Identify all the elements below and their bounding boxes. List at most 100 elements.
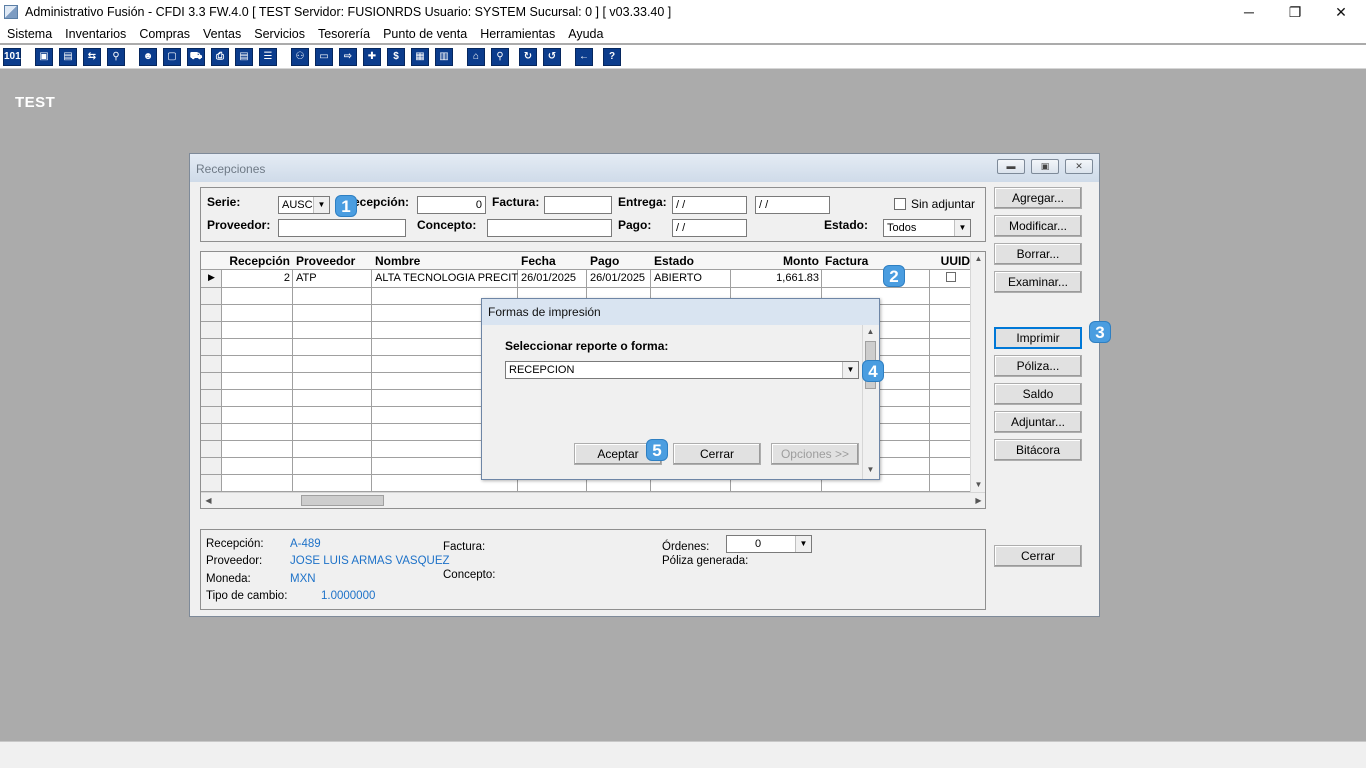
sin-adjuntar-checkbox[interactable] (894, 198, 906, 210)
report-select[interactable]: RECEPCION ▼ (505, 361, 859, 379)
close-window-button[interactable]: ✕ (1318, 0, 1364, 24)
scroll-up-icon[interactable]: ▲ (863, 327, 878, 336)
uuid-checkbox[interactable] (946, 272, 956, 282)
modificar-button[interactable]: Modificar... (994, 215, 1082, 237)
menu-herramientas[interactable]: Herramientas (473, 27, 561, 41)
user-icon[interactable]: ☻ (139, 48, 157, 66)
scroll-thumb[interactable] (301, 495, 384, 506)
proveedor-input[interactable] (278, 219, 406, 237)
chevron-down-icon[interactable]: ▼ (842, 362, 858, 378)
col-header-estado[interactable]: Estado (651, 252, 731, 270)
table-row[interactable]: ALTA TECNOLOGIA PRECITC (372, 270, 518, 287)
pago-input[interactable]: / / (672, 219, 747, 237)
menu-inventarios[interactable]: Inventarios (58, 27, 132, 41)
grid-horizontal-scrollbar[interactable]: ◀ ▶ (201, 492, 985, 508)
info-factura-label: Factura: (443, 541, 486, 553)
book-icon[interactable]: ▦ (411, 48, 429, 66)
col-header-proveedor[interactable]: Proveedor (293, 252, 372, 270)
adjuntar-button[interactable]: Adjuntar... (994, 411, 1082, 433)
menu-punto-de-venta[interactable]: Punto de venta (376, 27, 473, 41)
table-row[interactable]: 1,661.83 (731, 270, 822, 287)
undo-icon[interactable]: ↺ (543, 48, 561, 66)
col-header-factura[interactable]: Factura (822, 252, 930, 270)
mdi-close-icon[interactable]: ✕ (1065, 159, 1093, 174)
zoom-icon[interactable]: ⚲ (491, 48, 509, 66)
table-row[interactable]: 26/01/2025 (518, 270, 587, 287)
back-icon[interactable]: ← (575, 48, 593, 66)
clipboard-icon[interactable]: ▤ (59, 48, 77, 66)
minimize-button[interactable]: ─ (1226, 0, 1272, 24)
help-icon[interactable]: ? (603, 48, 621, 66)
col-header-monto[interactable]: Monto (731, 252, 822, 270)
table-row[interactable]: ABIERTO (651, 270, 731, 287)
scroll-down-icon[interactable]: ▼ (971, 480, 985, 489)
poliza-button[interactable]: Póliza... (994, 355, 1082, 377)
col-header-recepcion[interactable]: Recepción (222, 252, 293, 270)
printer-icon[interactable]: ⎙ (211, 48, 229, 66)
export-icon[interactable]: ⇨ (339, 48, 357, 66)
document-icon[interactable]: ▤ (235, 48, 253, 66)
menu-compras[interactable]: Compras (132, 27, 196, 41)
recepcion-input[interactable]: 0 (417, 196, 486, 214)
imprimir-button[interactable]: Imprimir (994, 327, 1082, 349)
table-row[interactable]: 2 (222, 270, 293, 287)
cerrar-recepciones-button[interactable]: Cerrar (994, 545, 1082, 567)
menu-ayuda[interactable]: Ayuda (561, 27, 609, 41)
cerrar-dialog-button[interactable]: Cerrar (673, 443, 761, 465)
menu-servicios[interactable]: Servicios (247, 27, 311, 41)
money-icon[interactable]: $ (387, 48, 405, 66)
entrega-from-input[interactable]: / / (672, 196, 747, 214)
search-doc-icon[interactable]: ⚲ (107, 48, 125, 66)
calculator-icon[interactable]: 101 (3, 48, 21, 66)
table-row[interactable] (822, 270, 930, 287)
saldo-button[interactable]: Saldo (994, 383, 1082, 405)
agregar-button[interactable]: Agregar... (994, 187, 1082, 209)
menu-tesoreria[interactable]: Tesorería (311, 27, 376, 41)
factura-input[interactable] (544, 196, 612, 214)
bitacora-button[interactable]: Bitácora (994, 439, 1082, 461)
col-header-nombre[interactable]: Nombre (372, 252, 518, 270)
opciones-button[interactable]: Opciones >> (771, 443, 859, 465)
table-row[interactable]: 26/01/2025 (587, 270, 651, 287)
formas-impresion-dialog: Formas de impresión Seleccionar reporte … (481, 298, 880, 480)
menu-ventas[interactable]: Ventas (196, 27, 247, 41)
estado-select[interactable]: Todos ▼ (883, 219, 971, 237)
col-header-pago[interactable]: Pago (587, 252, 651, 270)
col-header-fecha[interactable]: Fecha (518, 252, 587, 270)
chevron-down-icon[interactable]: ▼ (795, 536, 811, 552)
folder-icon[interactable]: ▢ (163, 48, 181, 66)
refresh-icon[interactable]: ↻ (519, 48, 537, 66)
scroll-left-icon[interactable]: ◀ (201, 496, 216, 505)
select-report-label: Seleccionar reporte o forma: (505, 339, 669, 353)
mdi-minimize-icon[interactable]: ▬ (997, 159, 1025, 174)
swap-icon[interactable]: ⇆ (83, 48, 101, 66)
list-icon[interactable]: ☰ (259, 48, 277, 66)
entrega-to-input[interactable]: / / (755, 196, 830, 214)
menu-sistema[interactable]: Sistema (0, 27, 58, 41)
chevron-down-icon[interactable]: ▼ (313, 197, 329, 213)
scroll-down-icon[interactable]: ▼ (863, 465, 878, 474)
serie-select[interactable]: AUSC ▼ (278, 196, 330, 214)
truck-icon[interactable]: ⛟ (187, 48, 205, 66)
sin-adjuntar-label: Sin adjuntar (911, 197, 976, 211)
ordenes-select[interactable]: 0 ▼ (726, 535, 812, 553)
home-icon[interactable]: ⌂ (467, 48, 485, 66)
current-row-marker-icon: ▶ (208, 272, 215, 282)
add-icon[interactable]: ✚ (363, 48, 381, 66)
examinar-button[interactable]: Examinar... (994, 271, 1082, 293)
restore-button[interactable]: ❐ (1272, 0, 1318, 24)
col-header-uuid[interactable]: UUID (930, 252, 973, 270)
window-icon[interactable]: ▣ (35, 48, 53, 66)
table-icon[interactable]: ▥ (435, 48, 453, 66)
chevron-down-icon[interactable]: ▼ (954, 220, 970, 236)
scroll-right-icon[interactable]: ▶ (971, 496, 985, 505)
table-row[interactable]: ATP (293, 270, 372, 287)
dialog-scrollbar[interactable]: ▲ ▼ (862, 325, 878, 479)
borrar-button[interactable]: Borrar... (994, 243, 1082, 265)
mdi-maximize-icon[interactable]: ▣ (1031, 159, 1059, 174)
grid-vertical-scrollbar[interactable]: ▲ ▼ (970, 252, 985, 492)
scroll-up-icon[interactable]: ▲ (971, 254, 985, 263)
binoculars-icon[interactable]: ⚇ (291, 48, 309, 66)
concepto-input[interactable] (487, 219, 612, 237)
box-icon[interactable]: ▭ (315, 48, 333, 66)
